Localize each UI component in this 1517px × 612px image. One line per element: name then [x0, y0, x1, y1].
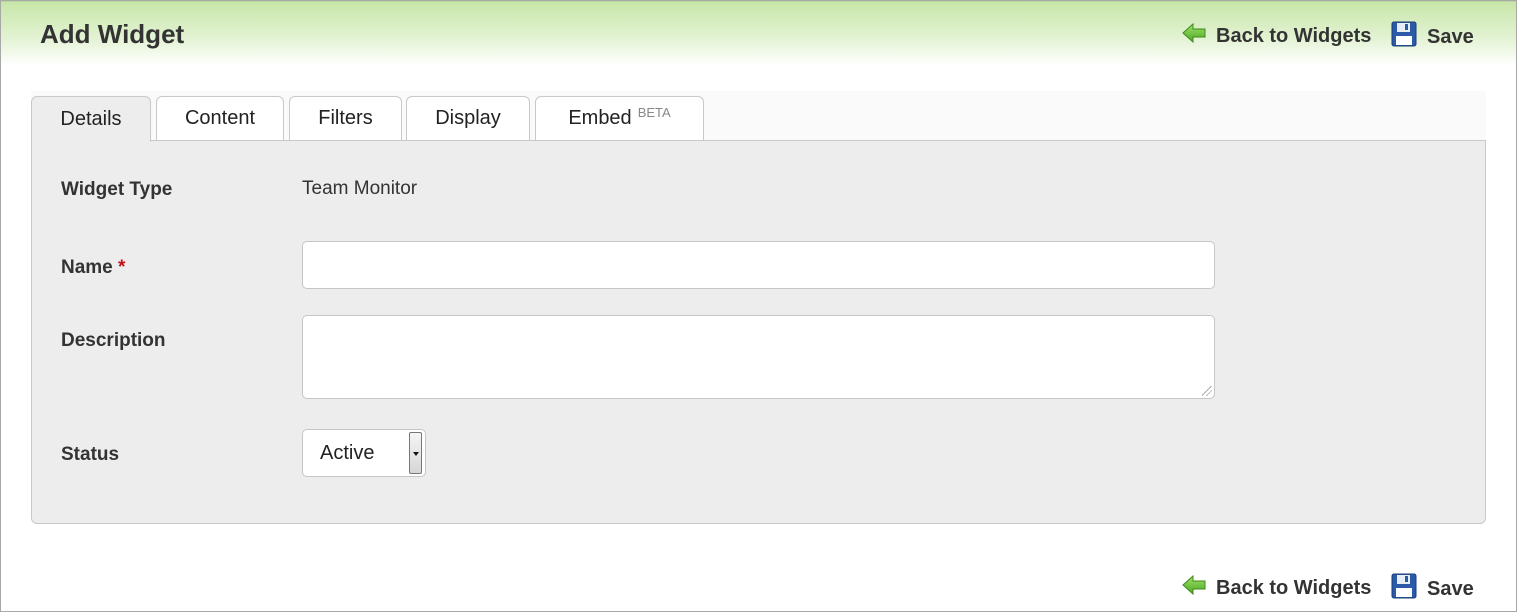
description-textarea[interactable]: [302, 315, 1215, 399]
tab-label: Embed: [568, 107, 632, 129]
back-to-widgets-label: Back to Widgets: [1216, 24, 1372, 47]
name-label: Name *: [61, 257, 125, 279]
textarea-resize-handle[interactable]: [1202, 386, 1212, 396]
tab-embed[interactable]: Embed BETA: [535, 96, 704, 140]
floppy-disk-icon: [1391, 21, 1417, 53]
status-selected-value: Active: [320, 442, 375, 464]
tab-display[interactable]: Display: [406, 96, 530, 140]
description-label: Description: [61, 330, 166, 351]
floppy-disk-icon: [1391, 573, 1417, 605]
save-button[interactable]: Save: [1391, 21, 1474, 53]
green-arrow-left-icon: [1182, 22, 1206, 49]
save-label: Save: [1427, 25, 1474, 48]
back-to-widgets-button-bottom[interactable]: Back to Widgets: [1182, 574, 1372, 601]
status-select[interactable]: Active: [302, 429, 426, 477]
back-to-widgets-button[interactable]: Back to Widgets: [1182, 22, 1372, 49]
save-button-bottom[interactable]: Save: [1391, 573, 1474, 605]
beta-badge: BETA: [637, 105, 671, 120]
status-label: Status: [61, 444, 120, 465]
page-title: Add Widget: [40, 19, 185, 49]
chevron-down-icon[interactable]: [409, 432, 422, 474]
tab-content[interactable]: Content: [156, 96, 284, 140]
back-to-widgets-label: Back to Widgets: [1216, 576, 1372, 599]
save-label: Save: [1427, 577, 1474, 600]
name-label-text: Name: [61, 257, 113, 278]
tab-label: Display: [435, 107, 501, 129]
tab-label: Content: [184, 107, 256, 129]
tab-label: Details: [60, 108, 122, 130]
name-input[interactable]: [302, 241, 1215, 289]
widget-type-value: Team Monitor: [302, 178, 418, 199]
required-marker: *: [118, 257, 126, 278]
tab-details[interactable]: Details: [31, 96, 151, 142]
widget-type-label: Widget Type: [61, 179, 173, 200]
tab-label: Filters: [318, 107, 373, 129]
green-arrow-left-icon: [1182, 574, 1206, 601]
tab-filters[interactable]: Filters: [289, 96, 402, 140]
